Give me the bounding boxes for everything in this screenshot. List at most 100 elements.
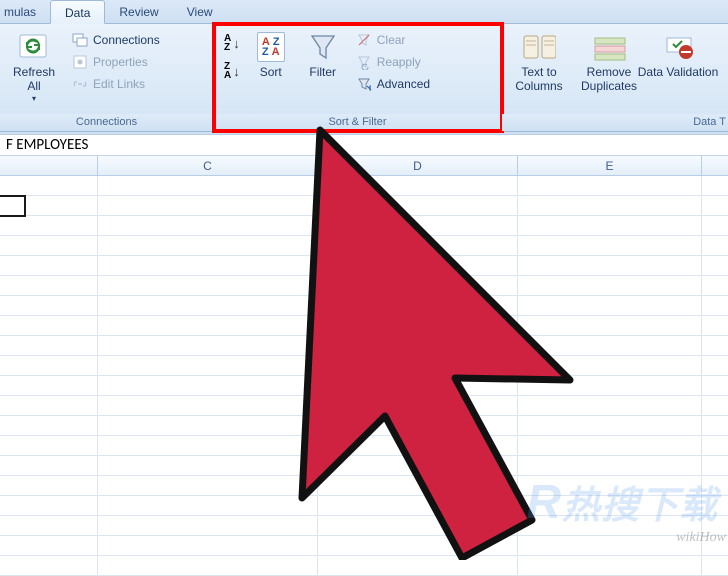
cell[interactable] [518, 256, 702, 275]
cell[interactable] [318, 256, 518, 275]
cell[interactable] [318, 476, 518, 495]
cell[interactable] [318, 316, 518, 335]
cell[interactable] [98, 456, 318, 475]
tab-data[interactable]: Data [50, 0, 105, 24]
tab-view[interactable]: View [173, 0, 227, 23]
cell[interactable] [98, 216, 318, 235]
col-b-stub[interactable] [0, 156, 98, 175]
cell[interactable] [318, 496, 518, 515]
cell[interactable] [98, 496, 318, 515]
cell[interactable] [518, 376, 702, 395]
cell[interactable] [98, 436, 318, 455]
cell[interactable] [98, 396, 318, 415]
cell[interactable] [318, 296, 518, 315]
cell[interactable] [0, 416, 98, 435]
cell[interactable] [0, 376, 98, 395]
cell[interactable] [318, 436, 518, 455]
data-validation-button[interactable]: Data Validation [646, 28, 710, 94]
properties-button[interactable]: Properties [66, 52, 166, 72]
cell[interactable] [0, 196, 98, 215]
cell[interactable] [318, 376, 518, 395]
cell[interactable] [518, 296, 702, 315]
cell[interactable] [318, 456, 518, 475]
cell[interactable] [318, 216, 518, 235]
cell[interactable] [98, 196, 318, 215]
cell[interactable] [98, 376, 318, 395]
cell[interactable] [0, 476, 98, 495]
tab-review[interactable]: Review [105, 0, 172, 23]
cell[interactable] [318, 336, 518, 355]
cell[interactable] [0, 236, 98, 255]
cell[interactable] [318, 196, 518, 215]
col-header-d[interactable]: D [318, 156, 518, 175]
cell[interactable] [318, 276, 518, 295]
cell[interactable] [318, 236, 518, 255]
col-header-c[interactable]: C [98, 156, 318, 175]
reapply-button[interactable]: Reapply [350, 52, 436, 72]
cell[interactable] [318, 416, 518, 435]
sort-button[interactable]: AZZA Sort [246, 28, 296, 94]
cell[interactable] [0, 216, 98, 235]
cell[interactable] [518, 336, 702, 355]
edit-links-button[interactable]: Edit Links [66, 74, 166, 94]
cell[interactable] [0, 456, 98, 475]
cell[interactable] [518, 356, 702, 375]
cell[interactable] [518, 556, 702, 575]
cell[interactable] [518, 216, 702, 235]
text-to-columns-label: Text to Columns [508, 66, 570, 94]
cell[interactable] [0, 336, 98, 355]
grid-row [0, 256, 728, 276]
ribbon-tabs: mulas Data Review View [0, 0, 728, 24]
refresh-all-button[interactable]: Refresh All ▾ [4, 28, 64, 103]
cell[interactable] [518, 196, 702, 215]
cell[interactable] [0, 296, 98, 315]
cell[interactable] [98, 276, 318, 295]
cell[interactable] [98, 256, 318, 275]
cell[interactable] [0, 356, 98, 375]
cell[interactable] [0, 396, 98, 415]
cell[interactable] [518, 316, 702, 335]
cell[interactable] [98, 336, 318, 355]
cell[interactable] [98, 296, 318, 315]
cell[interactable] [518, 276, 702, 295]
formula-bar[interactable]: F EMPLOYEES [0, 135, 728, 156]
cell[interactable] [318, 556, 518, 575]
col-header-e[interactable]: E [518, 156, 702, 175]
cell[interactable] [518, 236, 702, 255]
cell[interactable] [98, 316, 318, 335]
cell[interactable] [0, 556, 98, 575]
text-to-columns-button[interactable]: Text to Columns [506, 28, 572, 94]
cell[interactable] [318, 356, 518, 375]
cell[interactable] [98, 416, 318, 435]
cell[interactable] [518, 416, 702, 435]
cell[interactable] [318, 396, 518, 415]
cell[interactable] [518, 176, 702, 195]
cell[interactable] [0, 316, 98, 335]
cell[interactable] [0, 276, 98, 295]
cell[interactable] [98, 516, 318, 535]
cell[interactable] [318, 516, 518, 535]
cell[interactable] [518, 436, 702, 455]
cell[interactable] [0, 256, 98, 275]
remove-duplicates-button[interactable]: Remove Duplicates [574, 28, 644, 94]
cell[interactable] [98, 556, 318, 575]
cell[interactable] [98, 176, 318, 195]
connections-button[interactable]: Connections [66, 30, 166, 50]
sort-asc-button[interactable]: AZ↓ [220, 32, 244, 54]
cell[interactable] [0, 496, 98, 515]
cell[interactable] [0, 176, 98, 195]
tab-formulas[interactable]: mulas [0, 0, 50, 23]
cell[interactable] [98, 356, 318, 375]
cell[interactable] [518, 456, 702, 475]
cell[interactable] [98, 476, 318, 495]
cell[interactable] [0, 436, 98, 455]
grid-row [0, 296, 728, 316]
filter-button[interactable]: Filter [298, 28, 348, 94]
cell[interactable] [518, 396, 702, 415]
cell[interactable] [98, 236, 318, 255]
cell[interactable] [0, 516, 98, 535]
advanced-button[interactable]: Advanced [350, 74, 436, 94]
cell[interactable] [318, 176, 518, 195]
sort-desc-button[interactable]: ZA↓ [220, 60, 244, 82]
clear-button[interactable]: Clear [350, 30, 436, 50]
